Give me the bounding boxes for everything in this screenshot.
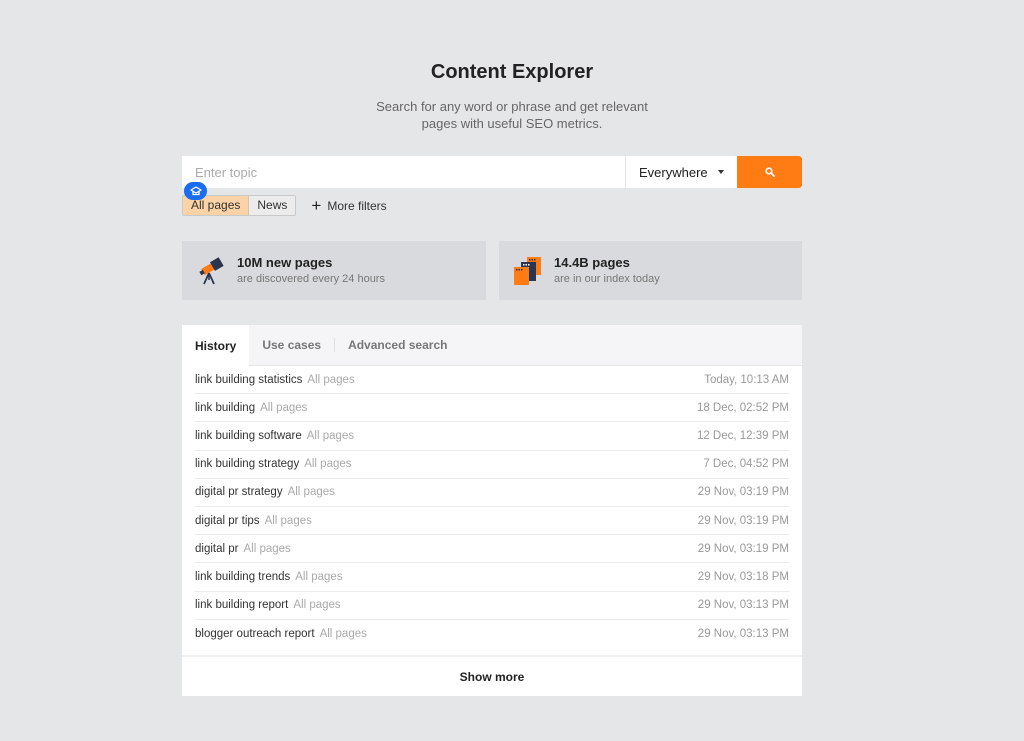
history-query-group: link building All pages: [195, 402, 307, 414]
history-row[interactable]: link building report All pages 29 Nov, 03:…: [195, 592, 789, 620]
subtitle-line-1: Search for any word or phrase and get re…: [376, 99, 648, 114]
stat-title: 14.4B pages: [554, 254, 630, 270]
caret-down-icon: [717, 170, 724, 174]
history-query-group: digital pr All pages: [195, 543, 291, 555]
history-query-group: link building trends All pages: [195, 571, 343, 583]
tab-use-cases[interactable]: Use cases: [249, 325, 334, 365]
plus-icon: +: [311, 196, 322, 215]
history-row[interactable]: digital pr tips All pages 29 Nov, 03:19 PM: [195, 507, 789, 536]
history-scope: All pages: [260, 401, 308, 414]
telescope-icon: [199, 256, 224, 284]
history-row[interactable]: digital pr All pages 29 Nov, 03:19 PM: [195, 535, 789, 564]
history-scope: All pages: [293, 599, 341, 612]
history-row[interactable]: link building statistics All pages Today, …: [195, 366, 789, 395]
history-query: digital pr: [195, 542, 239, 555]
pages-stack-icon: [514, 256, 541, 285]
topic-search-input[interactable]: [182, 156, 625, 188]
search-bar: Everywhere: [182, 156, 802, 188]
stat-text: 14.4B pages are in our index today: [554, 255, 660, 287]
history-query: link building strategy: [195, 458, 300, 471]
more-filters-button[interactable]: + More filters: [311, 197, 386, 214]
history-timestamp: 29 Nov, 03:19 PM: [697, 542, 789, 555]
history-timestamp: 29 Nov, 03:19 PM: [697, 486, 789, 499]
history-query-group: link building strategy All pages: [195, 458, 352, 470]
history-scope: All pages: [295, 570, 343, 583]
history-query: blogger outreach report: [195, 627, 315, 640]
segment-news[interactable]: News: [249, 196, 296, 215]
history-timestamp: 29 Nov, 03:18 PM: [697, 570, 789, 583]
history-list: link building statistics All pages Today, …: [182, 366, 802, 648]
history-timestamp: 18 Dec, 02:52 PM: [696, 401, 789, 414]
history-tabs: History Use cases Advanced search: [182, 325, 802, 366]
scope-dropdown[interactable]: Everywhere: [625, 156, 737, 188]
history-scope: All pages: [307, 373, 355, 386]
page-subtitle: Search for any word or phrase and get re…: [0, 98, 1024, 132]
tab-advanced-search[interactable]: Advanced search: [335, 325, 460, 365]
history-scope: All pages: [264, 514, 312, 527]
history-row[interactable]: link building strategy All pages 7 Dec, 04…: [195, 451, 789, 479]
history-query-group: link building software All pages: [195, 430, 354, 442]
history-row[interactable]: link building trends All pages 29 Nov, 03:…: [195, 563, 789, 592]
history-query: digital pr strategy: [195, 486, 283, 499]
history-timestamp: 12 Dec, 12:39 PM: [696, 429, 789, 442]
help-bubble-button[interactable]: [184, 182, 207, 200]
history-query-group: link building report All pages: [195, 599, 341, 611]
history-scope: All pages: [306, 429, 355, 442]
history-timestamp: 29 Nov, 03:19 PM: [697, 514, 789, 527]
history-query: digital pr tips: [195, 514, 260, 527]
history-query-group: blogger outreach report All pages: [195, 628, 367, 640]
stat-subtitle: are in our index today: [554, 272, 660, 285]
history-timestamp: 7 Dec, 04:52 PM: [703, 458, 789, 471]
history-query: link building report: [195, 599, 289, 612]
subtitle-line-2: pages with useful SEO metrics.: [421, 116, 603, 131]
graduation-cap-icon: [189, 185, 202, 195]
tab-history[interactable]: History: [182, 325, 250, 366]
history-scope: All pages: [243, 542, 291, 555]
history-row[interactable]: link building All pages 18 Dec, 02:52 PM: [195, 394, 789, 423]
history-panel: History Use cases Advanced search link b…: [182, 325, 802, 696]
history-query-group: link building statistics All pages: [195, 374, 355, 386]
stat-card-index-pages: 14.4B pages are in our index today: [499, 241, 802, 300]
page-title: Content Explorer: [430, 61, 594, 83]
history-row[interactable]: link building software All pages 12 Dec, 1…: [195, 422, 789, 451]
history-timestamp: 29 Nov, 03:13 PM: [697, 627, 789, 640]
history-timestamp: Today, 10:13 AM: [704, 373, 789, 386]
show-more-button[interactable]: Show more: [182, 655, 802, 696]
filters-bar: All pages News + More filters: [182, 195, 387, 216]
scope-dropdown-value: Everywhere: [639, 164, 708, 180]
stat-card-new-pages: 10M new pages are discovered every 24 ho…: [182, 241, 486, 300]
history-scope: All pages: [287, 486, 335, 499]
history-query: link building software: [195, 429, 302, 442]
history-query: link building trends: [195, 570, 291, 583]
history-scope: All pages: [304, 458, 352, 471]
search-button[interactable]: [737, 156, 802, 188]
history-query-group: digital pr strategy All pages: [195, 486, 335, 498]
history-query: link building statistics: [195, 373, 303, 386]
stat-title: 10M new pages: [237, 254, 333, 270]
history-scope: All pages: [319, 627, 367, 640]
history-query: link building: [195, 401, 256, 414]
history-query-group: digital pr tips All pages: [195, 515, 312, 527]
search-icon: [764, 167, 775, 177]
more-filters-label: More filters: [327, 198, 387, 213]
stat-subtitle: are discovered every 24 hours: [237, 272, 385, 285]
stat-text: 10M new pages are discovered every 24 ho…: [237, 255, 385, 287]
history-row[interactable]: digital pr strategy All pages 29 Nov, 03:1…: [195, 479, 789, 507]
history-timestamp: 29 Nov, 03:13 PM: [697, 599, 789, 612]
history-row[interactable]: blogger outreach report All pages 29 Nov, …: [195, 620, 789, 648]
